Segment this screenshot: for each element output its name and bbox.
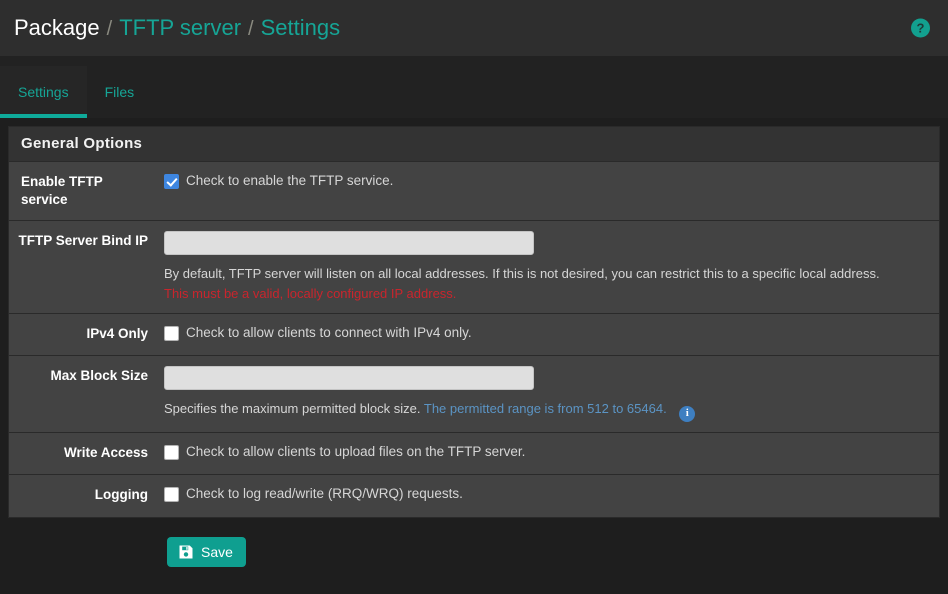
tab-settings-label: Settings bbox=[18, 84, 69, 100]
tab-bar: Settings Files bbox=[0, 56, 948, 118]
tab-settings[interactable]: Settings bbox=[0, 66, 87, 118]
label-tftp-server-bind-ip: TFTP Server Bind IP bbox=[18, 233, 148, 248]
field-logging: Check to log read/write (RRQ/WRQ) reques… bbox=[164, 475, 939, 517]
info-circle-icon[interactable]: i bbox=[679, 405, 696, 422]
field-write-access: Check to allow clients to upload files o… bbox=[164, 433, 939, 474]
breadcrumb-current-settings: Settings bbox=[260, 15, 341, 40]
label-ipv4-only: IPv4 Only bbox=[86, 326, 148, 341]
info-icon-glyph: i bbox=[685, 407, 689, 419]
tab-files-label: Files bbox=[104, 84, 135, 100]
row-logging: Logging Check to log read/write (RRQ/WRQ… bbox=[9, 474, 939, 517]
breadcrumb-separator-2: / bbox=[248, 18, 254, 40]
tab-files[interactable]: Files bbox=[87, 66, 153, 118]
help-text-bind-ip: By default, TFTP server will listen on a… bbox=[164, 266, 880, 281]
field-ipv4-only: Check to allow clients to connect with I… bbox=[164, 314, 939, 355]
checkbox-ipv4-only[interactable] bbox=[164, 326, 179, 341]
error-text-bind-ip: This must be a valid, locally configured… bbox=[164, 286, 457, 301]
help-icon-glyph: ? bbox=[916, 20, 925, 36]
row-enable-tftp-service: Enable TFTP service Check to enable the … bbox=[9, 162, 939, 221]
checkbox-label-ipv4-only: Check to allow clients to connect with I… bbox=[186, 325, 472, 340]
row-ipv4-only: IPv4 Only Check to allow clients to conn… bbox=[9, 314, 939, 356]
label-logging: Logging bbox=[94, 486, 148, 502]
breadcrumb-link-tftp-server[interactable]: TFTP server bbox=[119, 17, 241, 39]
row-max-block-size: Max Block Size Specifies the maximum per… bbox=[9, 356, 939, 433]
help-text-max-block-size-range: The permitted range is from 512 to 65464… bbox=[423, 401, 667, 416]
label-write-access: Write Access bbox=[63, 444, 148, 460]
field-max-block-size: Specifies the maximum permitted block si… bbox=[164, 356, 939, 432]
checkbox-label-logging: Check to log read/write (RRQ/WRQ) reques… bbox=[186, 485, 463, 501]
checkbox-logging[interactable] bbox=[164, 486, 179, 502]
row-write-access: Write Access Check to allow clients to u… bbox=[9, 432, 939, 475]
label-max-block-size: Max Block Size bbox=[50, 368, 148, 383]
breadcrumb: Package / TFTP server / Settings bbox=[14, 15, 341, 40]
tftp-server-bind-ip-input[interactable] bbox=[164, 231, 534, 255]
field-enable-tftp-service: Check to enable the TFTP service. bbox=[164, 162, 939, 220]
help-text-max-block-size-main: Specifies the maximum permitted block si… bbox=[164, 401, 421, 416]
checkbox-enable-tftp-service[interactable] bbox=[164, 174, 179, 189]
row-tftp-server-bind-ip: TFTP Server Bind IP By default, TFTP ser… bbox=[9, 221, 939, 314]
checkbox-write-access[interactable] bbox=[164, 444, 179, 460]
breadcrumb-root: Package bbox=[14, 15, 100, 40]
panel-title: General Options bbox=[9, 127, 939, 162]
app-header: Package / TFTP server / Settings ? bbox=[0, 0, 948, 56]
help-circle-icon[interactable]: ? bbox=[911, 18, 930, 38]
floppy-disk-icon bbox=[178, 544, 194, 560]
form-footer: Save bbox=[0, 517, 948, 567]
save-button-label: Save bbox=[201, 543, 233, 560]
general-options-panel: General Options Enable TFTP service Chec… bbox=[8, 126, 940, 518]
help-text-max-block-size: Specifies the maximum permitted block si… bbox=[164, 399, 894, 422]
checkbox-label-enable-tftp-service: Check to enable the TFTP service. bbox=[186, 173, 394, 188]
field-tftp-server-bind-ip: By default, TFTP server will listen on a… bbox=[164, 221, 939, 313]
breadcrumb-separator-1: / bbox=[106, 18, 113, 40]
save-button[interactable]: Save bbox=[167, 536, 246, 567]
max-block-size-input[interactable] bbox=[164, 366, 534, 390]
checkbox-label-write-access: Check to allow clients to upload files o… bbox=[186, 443, 526, 459]
label-enable-tftp-service: Enable TFTP service bbox=[21, 174, 103, 207]
